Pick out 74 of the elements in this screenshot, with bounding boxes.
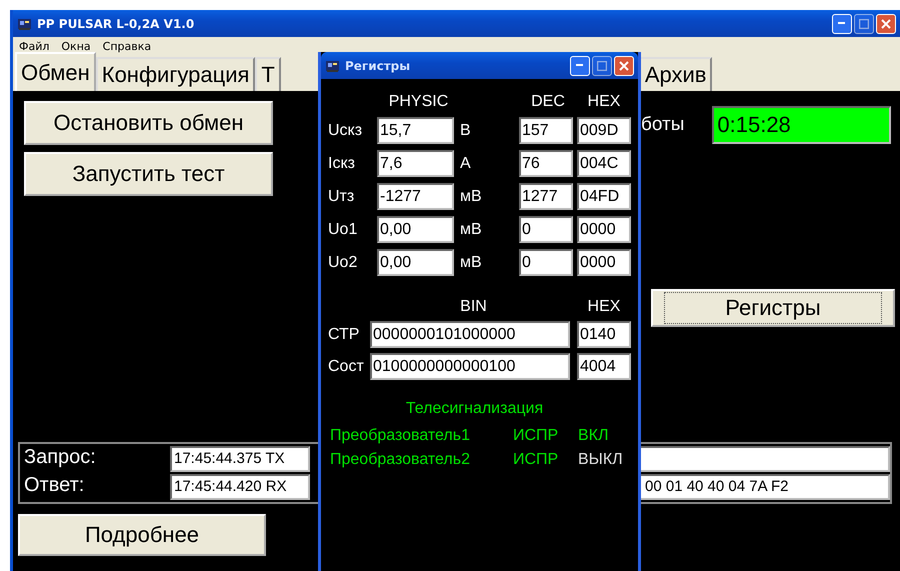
value-field[interactable]: 04FD bbox=[577, 183, 631, 210]
signal-status: ИСПР bbox=[513, 426, 560, 446]
value-field[interactable]: -1277 bbox=[377, 183, 454, 210]
column-header: DEC bbox=[530, 93, 566, 111]
column-header: BIN bbox=[459, 298, 488, 316]
value-field[interactable]: 0100000000000100 bbox=[370, 353, 570, 380]
minimize-icon bbox=[576, 64, 584, 67]
value-field[interactable]: 0,00 bbox=[377, 249, 454, 276]
tab[interactable]: Т bbox=[255, 57, 281, 91]
window-title: Регистры bbox=[345, 58, 412, 72]
start-test-button[interactable]: Запустить тест bbox=[24, 152, 273, 196]
menu-item[interactable]: Справка bbox=[102, 40, 152, 54]
response-label: Ответ: bbox=[23, 474, 86, 498]
unit-label: мВ bbox=[460, 188, 483, 206]
registers-button[interactable]: Регистры bbox=[651, 289, 895, 327]
unit-label: А bbox=[460, 154, 472, 172]
column-header: HEX bbox=[586, 93, 622, 111]
signal-state: ВКЛ bbox=[578, 426, 610, 446]
value-field[interactable]: 0,00 bbox=[377, 216, 454, 243]
minimize-button[interactable] bbox=[832, 14, 852, 34]
value-field[interactable]: 0000 bbox=[577, 216, 631, 243]
column-header: PHYSIC bbox=[388, 93, 450, 111]
response-field: 17:45:44.420 RX bbox=[170, 474, 310, 500]
register-label: Uo2 bbox=[328, 254, 358, 272]
value-field[interactable]: 004C bbox=[577, 150, 631, 177]
unit-label: В bbox=[460, 122, 472, 140]
minimize-icon bbox=[838, 22, 846, 25]
maximize-button[interactable] bbox=[592, 56, 612, 76]
close-icon bbox=[619, 60, 629, 70]
maximize-icon bbox=[597, 60, 607, 70]
close-icon bbox=[881, 18, 891, 28]
signal-name: Преобразователь2 bbox=[330, 450, 471, 470]
menu-item[interactable]: Файл bbox=[19, 40, 50, 54]
maximize-icon bbox=[859, 18, 869, 28]
value-field[interactable]: 0000000101000000 bbox=[370, 321, 570, 348]
value-field[interactable]: 009D bbox=[577, 117, 631, 144]
value-field[interactable]: 0 bbox=[519, 216, 573, 243]
value-field[interactable]: 0140 bbox=[577, 321, 631, 348]
tab[interactable]: Конфигурация bbox=[96, 57, 256, 91]
uptime-field: 0:15:28 bbox=[712, 106, 892, 144]
column-header: HEX bbox=[586, 298, 622, 316]
unit-label: мВ bbox=[460, 220, 483, 238]
menu-item[interactable]: Окна bbox=[61, 40, 91, 54]
stop-exchange-button[interactable]: Остановить обмен bbox=[24, 101, 273, 145]
signal-state: ВЫКЛ bbox=[578, 450, 624, 470]
unit-label: мВ bbox=[460, 254, 483, 272]
register-label: Uтз bbox=[328, 188, 356, 206]
value-field[interactable]: 15,7 bbox=[377, 117, 454, 144]
details-button[interactable]: Подробнее bbox=[18, 514, 266, 556]
close-button[interactable] bbox=[614, 56, 634, 76]
maximize-button[interactable] bbox=[854, 14, 874, 34]
value-field[interactable]: 1277 bbox=[519, 183, 573, 210]
value-field[interactable]: 0000 bbox=[577, 249, 631, 276]
register-label: Iскз bbox=[328, 154, 356, 172]
request-field: 17:45:44.375 TX bbox=[170, 446, 310, 472]
tab[interactable]: Обмен bbox=[15, 52, 96, 91]
value-field[interactable]: 7,6 bbox=[377, 150, 454, 177]
section-title: Телесигнализация bbox=[404, 400, 544, 418]
value-field[interactable]: 4004 bbox=[577, 353, 631, 380]
window-title: PP PULSAR L-0,2A V1.0 bbox=[37, 16, 196, 30]
signal-status: ИСПР bbox=[513, 450, 560, 470]
minimize-button[interactable] bbox=[570, 56, 590, 76]
close-button[interactable] bbox=[876, 14, 896, 34]
register-label: Uскз bbox=[328, 122, 364, 140]
register-label: Uo1 bbox=[328, 220, 358, 238]
signal-name: Преобразователь1 bbox=[330, 426, 471, 446]
tab[interactable]: Архив bbox=[638, 57, 712, 91]
request-label: Запрос: bbox=[23, 446, 97, 470]
uptime-label: боты bbox=[641, 114, 684, 136]
value-field[interactable]: 0 bbox=[519, 249, 573, 276]
value-field[interactable]: 157 bbox=[519, 117, 573, 144]
register-label: Сост bbox=[328, 358, 365, 376]
value-field[interactable]: 76 bbox=[519, 150, 573, 177]
register-label: СТР bbox=[328, 326, 360, 344]
